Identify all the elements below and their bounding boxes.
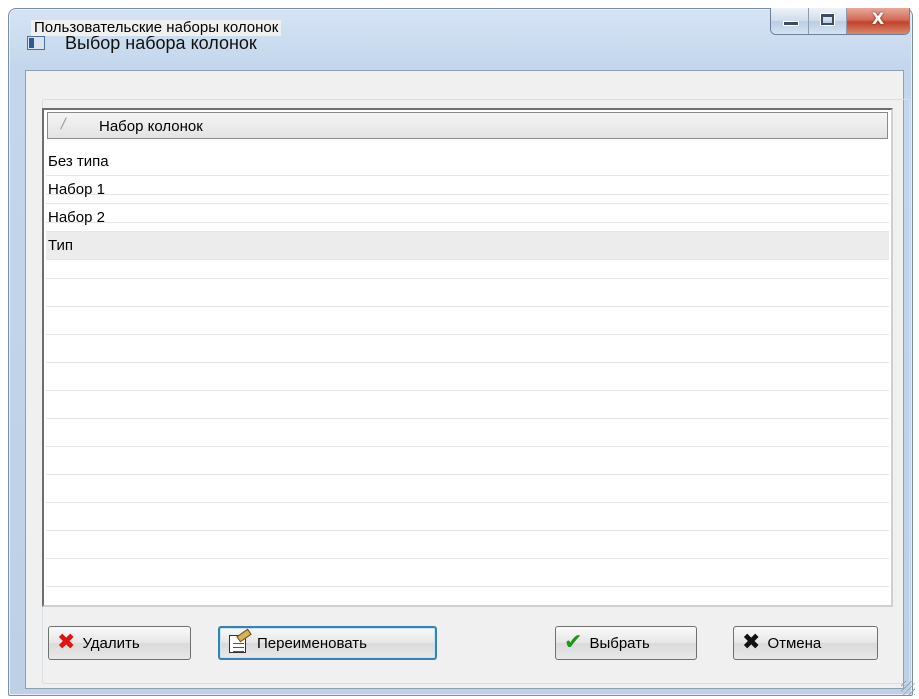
table-row[interactable]: Набор 2 <box>46 204 889 232</box>
table-row[interactable]: Набор 1 <box>46 176 889 204</box>
grid-header[interactable]: / Набор колонок <box>47 112 888 139</box>
select-button[interactable]: ✔ Выбрать <box>555 626 697 660</box>
column-header-label[interactable]: Набор колонок <box>99 118 203 135</box>
row-label: Без типа <box>48 153 109 170</box>
maximize-button[interactable] <box>809 8 847 34</box>
checkmark-icon: ✔ <box>564 630 583 655</box>
table-row[interactable]: Без типа <box>46 148 889 176</box>
grid-rows: Без типа Набор 1 Набор 2 Тип <box>46 148 889 260</box>
window-controls: X <box>770 8 910 35</box>
groupbox-label: Пользовательские наборы колонок <box>31 20 282 36</box>
close-window-button[interactable]: X <box>847 8 909 34</box>
delete-button[interactable]: ✖ Удалить <box>48 626 191 660</box>
rename-button-label: Переименовать <box>257 634 367 652</box>
table-row-selected[interactable]: Тип <box>46 232 889 260</box>
delete-x-icon: ✖ <box>57 630 76 655</box>
close-icon: X <box>871 9 885 28</box>
select-button-label: Выбрать <box>589 634 650 652</box>
column-sets-grid[interactable]: / Набор колонок Без типа Набор 1 Набор 2… <box>42 108 893 607</box>
sort-indicator-icon: / <box>61 116 66 132</box>
cancel-x-icon: ✖ <box>742 630 761 655</box>
row-label: Тип <box>48 237 74 254</box>
minimize-button[interactable] <box>771 8 809 34</box>
resize-grip-icon[interactable] <box>901 681 915 695</box>
row-label: Набор 1 <box>48 181 105 198</box>
delete-button-label: Удалить <box>82 634 140 652</box>
window-app-icon <box>27 36 45 50</box>
cancel-button-label: Отмена <box>767 634 822 652</box>
cancel-button[interactable]: ✖ Отмена <box>733 626 878 660</box>
rename-icon <box>228 632 250 654</box>
rename-button[interactable]: Переименовать <box>218 626 437 660</box>
title-bar[interactable]: Выбор набора колонок X <box>9 8 912 69</box>
window-title: Выбор набора колонок <box>65 33 257 53</box>
row-label: Набор 2 <box>48 209 105 226</box>
